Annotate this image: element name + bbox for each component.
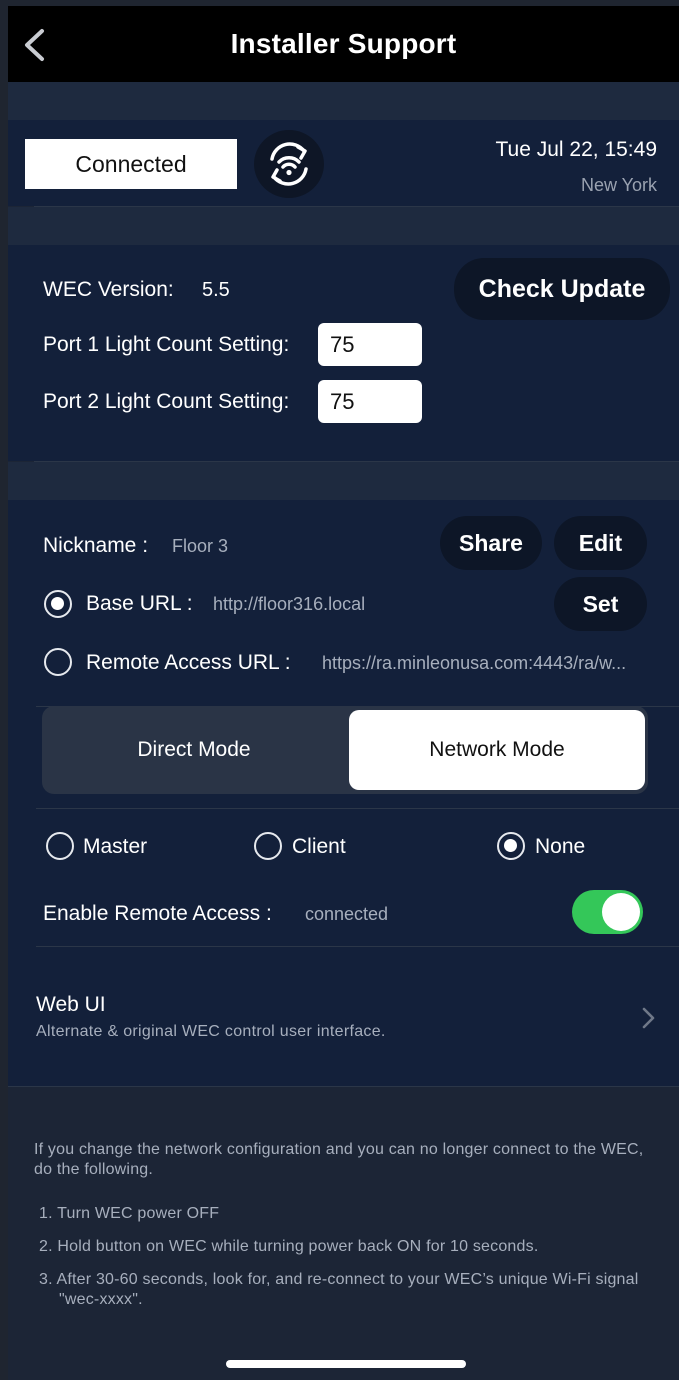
location-label: New York: [580, 175, 657, 195]
divider: [8, 1086, 679, 1087]
edit-button[interactable]: Edit: [554, 516, 647, 570]
enable-remote-access-label: Enable Remote Access :: [43, 902, 272, 925]
remote-access-toggle[interactable]: [572, 890, 643, 934]
none-radio[interactable]: [497, 832, 525, 860]
mode-segmented-control: Direct Mode Network Mode: [42, 706, 648, 794]
wec-version-label: WEC Version:: [43, 278, 174, 301]
port1-light-count-label: Port 1 Light Count Setting:: [43, 333, 290, 356]
base-url-radio[interactable]: [44, 590, 72, 618]
master-radio[interactable]: [46, 832, 74, 860]
section-spacer: [8, 462, 679, 500]
section-spacer: [8, 207, 679, 245]
none-label: None: [535, 835, 586, 858]
base-url-value: http://floor316.local: [213, 594, 366, 614]
client-label: Client: [292, 835, 346, 858]
app-screen: Installer Support Connected Tue Jul 22, …: [8, 6, 679, 1380]
remote-url-label: Remote Access URL :: [86, 651, 291, 674]
direct-mode-segment[interactable]: Direct Mode: [46, 710, 342, 790]
instructions-intro: If you change the network configuration …: [34, 1141, 644, 1178]
base-url-label: Base URL :: [86, 592, 193, 615]
port1-light-count-input[interactable]: 75: [318, 323, 422, 366]
remote-url-radio[interactable]: [44, 648, 72, 676]
home-indicator[interactable]: [226, 1360, 466, 1368]
web-ui-row[interactable]: [8, 947, 679, 1085]
nickname-value: Floor 3: [172, 536, 229, 556]
nickname-label: Nickname :: [43, 534, 149, 557]
check-update-button[interactable]: Check Update: [454, 258, 670, 320]
remote-access-status: connected: [305, 904, 389, 924]
page-title: Installer Support: [230, 28, 457, 59]
toggle-knob: [602, 893, 640, 931]
section-spacer: [8, 82, 679, 120]
network-mode-segment[interactable]: Network Mode: [349, 710, 645, 790]
wifi-sync-button[interactable]: [254, 130, 324, 198]
date-time: Tue Jul 22, 15:49: [495, 138, 658, 161]
set-button[interactable]: Set: [554, 577, 647, 631]
web-ui-description: Alternate & original WEC control user in…: [36, 1023, 386, 1040]
chevron-right-icon: [642, 1007, 655, 1029]
port2-light-count-label: Port 2 Light Count Setting:: [43, 390, 290, 413]
wifi-sync-icon: [270, 142, 308, 186]
instruction-step-3: 3. After 30-60 seconds, look for, and re…: [39, 1271, 639, 1308]
wec-version-value: 5.5: [202, 279, 230, 301]
divider: [36, 808, 679, 809]
share-button[interactable]: Share: [440, 516, 542, 570]
instruction-step-2: 2. Hold button on WEC while turning powe…: [39, 1238, 539, 1255]
client-radio[interactable]: [254, 832, 282, 860]
web-ui-title: Web UI: [36, 993, 106, 1016]
nav-bar: Installer Support: [8, 6, 679, 82]
connection-status-badge: Connected: [25, 139, 237, 189]
master-label: Master: [83, 835, 148, 858]
remote-url-value: https://ra.minleonusa.com:4443/ra/w...: [322, 653, 627, 673]
port2-light-count-input[interactable]: 75: [318, 380, 422, 423]
instruction-step-1: 1. Turn WEC power OFF: [39, 1205, 220, 1222]
